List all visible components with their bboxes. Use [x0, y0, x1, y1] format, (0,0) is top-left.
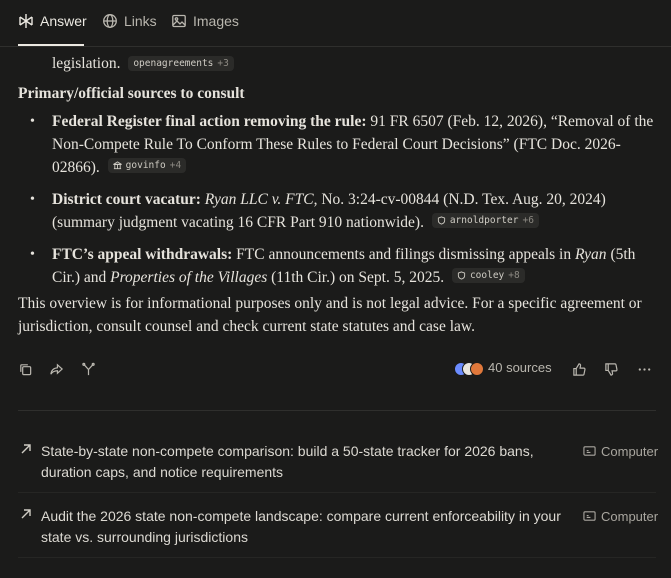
- thumbs-down-icon: [604, 362, 618, 376]
- arrow-up-right-icon: [21, 444, 31, 454]
- mode-label: Computer: [601, 509, 659, 524]
- tab-answer[interactable]: Answer: [18, 13, 87, 29]
- branch-icon: [81, 362, 95, 375]
- active-tab-indicator: [18, 44, 84, 46]
- sources-button[interactable]: 40 sources: [454, 360, 552, 376]
- list-item: FTC’s appeal withdrawals: FTC announceme…: [0, 243, 671, 289]
- source-list: Federal Register final action removing t…: [0, 110, 671, 298]
- citation-count: +3: [217, 58, 229, 69]
- citation-count: +6: [522, 215, 534, 226]
- sources-count: 40 sources: [488, 360, 552, 375]
- copy-icon: [19, 363, 31, 375]
- tab-images-label: Images: [193, 13, 239, 29]
- list-item: Federal Register final action removing t…: [0, 110, 671, 179]
- image-icon: [172, 14, 186, 28]
- disclaimer-text: This overview is for informational purpo…: [18, 295, 642, 335]
- citation-count: +4: [169, 160, 182, 171]
- answer-line: legislation. openagreements +3: [52, 52, 234, 75]
- thumbs-up-button[interactable]: [570, 360, 588, 378]
- citation-source: openagreements: [133, 58, 214, 69]
- ellipsis-icon: [638, 367, 650, 371]
- tab-links[interactable]: Links: [102, 13, 157, 29]
- answer-text: legislation.: [52, 55, 121, 72]
- globe-icon: [103, 14, 117, 28]
- computer-icon: [583, 446, 596, 456]
- shield-icon: [437, 216, 445, 225]
- shield-icon: [457, 271, 466, 280]
- item-title: FTC’s appeal withdrawals:: [52, 246, 233, 263]
- more-options-button[interactable]: [635, 360, 653, 378]
- citation-chip[interactable]: openagreements +3: [128, 56, 234, 71]
- item-title: Federal Register final action removing t…: [52, 113, 367, 130]
- item-title: District court vacatur:: [52, 191, 201, 208]
- mode-label: Computer: [601, 444, 659, 459]
- citation-source: cooley: [469, 270, 505, 281]
- copy-button[interactable]: [16, 360, 34, 378]
- tab-links-label: Links: [124, 13, 157, 29]
- citation-count: +8: [508, 270, 520, 281]
- tab-images[interactable]: Images: [171, 13, 239, 29]
- source-favicons: [454, 361, 484, 376]
- item-text: FTC announcements and filings dismissing…: [232, 246, 575, 263]
- answer-actions: 40 sources: [0, 354, 671, 384]
- tab-answer-label: Answer: [40, 13, 87, 29]
- source-favicon-icon: [470, 361, 484, 376]
- citation-source: govinfo: [125, 160, 166, 171]
- list-item: District court vacatur: Ryan LLC v. FTC,…: [0, 188, 671, 234]
- tab-bar: Answer Links Images: [0, 0, 671, 47]
- case-name: Ryan LLC v. FTC: [204, 191, 314, 208]
- related-divider: [18, 557, 656, 558]
- related-divider: [18, 492, 656, 493]
- related-text: State-by-state non-compete comparison: b…: [41, 443, 534, 480]
- govinfo-icon: [112, 161, 122, 170]
- section-divider: [18, 410, 656, 411]
- computer-icon: [583, 511, 596, 521]
- computer-mode-label: Computer: [583, 441, 658, 462]
- case-name: Properties of the Villages: [110, 269, 268, 286]
- citation-source: arnoldporter: [449, 215, 519, 226]
- section-heading: Primary/official sources to consult: [18, 85, 245, 102]
- thumbs-down-button[interactable]: [602, 360, 620, 378]
- citation-chip[interactable]: arnoldporter +6: [431, 213, 539, 228]
- branch-button[interactable]: [79, 360, 97, 378]
- answer-logo-icon: [19, 14, 33, 28]
- thumbs-up-icon: [572, 362, 586, 376]
- share-button[interactable]: [47, 360, 65, 378]
- case-name: Ryan: [574, 246, 607, 263]
- related-text: Audit the 2026 state non-compete landsca…: [41, 508, 561, 545]
- item-text: (11th Cir.) on Sept. 5, 2025.: [267, 269, 445, 286]
- citation-chip[interactable]: cooley +8: [451, 268, 525, 283]
- arrow-up-right-icon: [21, 509, 31, 519]
- share-icon: [49, 362, 63, 375]
- citation-chip[interactable]: govinfo +4: [107, 158, 187, 173]
- computer-mode-label: Computer: [583, 506, 658, 527]
